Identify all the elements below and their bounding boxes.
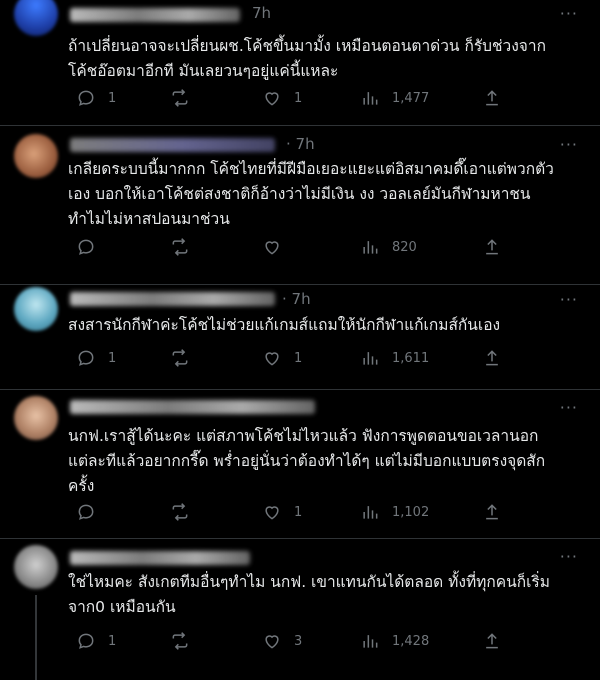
like-count: 1 [294, 90, 303, 106]
reply-count: 1 [108, 90, 117, 106]
share-icon [486, 239, 498, 255]
retweet-button[interactable] [170, 237, 202, 257]
avatar[interactable] [14, 0, 58, 36]
views-button[interactable]: 1,611 [360, 348, 429, 368]
reply-button[interactable] [76, 237, 108, 257]
author-name-blurred[interactable] [70, 8, 240, 22]
share-icon [486, 504, 498, 520]
views-icon [363, 241, 378, 254]
share-button[interactable] [482, 631, 502, 651]
replies-feed: 7h ··· ถ้าเปลี่ยนอาจจะเปลี่ยนผช.โค้ชขึ้น… [0, 0, 600, 680]
share-button[interactable] [482, 348, 502, 368]
reply-actions: 1 1 1,611 [68, 348, 588, 372]
more-options-icon[interactable]: ··· [560, 290, 578, 309]
more-options-icon[interactable]: ··· [560, 398, 578, 417]
view-count: 1,102 [392, 504, 430, 520]
timestamp[interactable]: · 7h [286, 135, 315, 153]
reply-icon [78, 504, 94, 520]
timestamp[interactable]: · 7h [282, 290, 311, 308]
heart-icon [265, 635, 279, 649]
reply-button[interactable]: 1 [76, 88, 116, 108]
reply-icon [78, 350, 94, 366]
views-button[interactable]: 820 [360, 237, 417, 257]
heart-icon [265, 506, 279, 520]
views-button[interactable]: 1,428 [360, 631, 429, 651]
views-button[interactable]: 1,477 [360, 88, 429, 108]
retweet-icon [172, 238, 188, 256]
share-button[interactable] [482, 502, 502, 522]
thread-line [35, 595, 37, 680]
retweet-icon [172, 349, 188, 367]
like-count: 1 [294, 504, 303, 520]
reply-item[interactable]: ··· ใช่ไหมคะ สังเกตทีมอื่นๆทำไม นกฟ. เขา… [0, 539, 600, 680]
retweet-icon [172, 503, 188, 521]
more-options-icon[interactable]: ··· [560, 4, 578, 23]
reply-icon [78, 90, 94, 106]
reply-item[interactable]: 7h ··· ถ้าเปลี่ยนอาจจะเปลี่ยนผช.โค้ชขึ้น… [0, 0, 600, 125]
like-count: 1 [294, 350, 303, 366]
author-name-blurred[interactable] [70, 292, 275, 306]
author-name-blurred[interactable] [70, 138, 275, 152]
avatar[interactable] [14, 134, 58, 178]
reply-text: ใช่ไหมคะ สังเกตทีมอื่นๆทำไม นกฟ. เขาแทนก… [68, 573, 550, 616]
reply-button[interactable]: 1 [76, 348, 116, 368]
reply-icon [78, 633, 94, 649]
timestamp[interactable]: 7h [252, 4, 271, 22]
heart-icon [265, 241, 279, 255]
reply-count: 1 [108, 350, 117, 366]
reply-actions: 1 1 1,477 [68, 88, 588, 112]
like-button[interactable] [262, 237, 294, 257]
reply-button[interactable]: 1 [76, 631, 116, 651]
heart-icon [265, 92, 279, 106]
heart-icon [265, 352, 279, 366]
retweet-button[interactable] [170, 502, 202, 522]
more-options-icon[interactable]: ··· [560, 135, 578, 154]
reply-button[interactable] [76, 502, 108, 522]
share-icon [486, 350, 498, 366]
reply-actions: 1 1,102 [68, 502, 588, 526]
views-icon [363, 92, 378, 105]
share-icon [486, 90, 498, 106]
reply-text: ถ้าเปลี่ยนอาจจะเปลี่ยนผช.โค้ชขึ้นมามั้ง … [68, 37, 546, 80]
like-button[interactable]: 1 [262, 348, 302, 368]
reply-item[interactable]: · 7h ··· สงสารนักกีฬาค่ะโค้ชไม่ช่วยแก้เก… [0, 285, 600, 389]
retweet-icon [172, 89, 188, 107]
avatar[interactable] [14, 545, 58, 589]
avatar[interactable] [14, 287, 58, 331]
share-icon [486, 633, 498, 649]
author-name-blurred[interactable] [70, 551, 250, 565]
reply-count: 1 [108, 633, 117, 649]
retweet-button[interactable] [170, 631, 202, 651]
view-count: 1,428 [392, 633, 430, 649]
reply-icon [78, 239, 94, 255]
reply-actions: 1 3 1,428 [68, 631, 588, 655]
retweet-button[interactable] [170, 88, 202, 108]
more-options-icon[interactable]: ··· [560, 547, 578, 566]
reply-text: นกฟ.เราสู้ได้นะคะ แต่สภาพโค้ชไม่ไหวแล้ว … [68, 427, 546, 495]
view-count: 1,477 [392, 90, 430, 106]
views-icon [363, 635, 378, 648]
like-button[interactable]: 3 [262, 631, 302, 651]
views-icon [363, 506, 378, 519]
reply-text: สงสารนักกีฬาค่ะโค้ชไม่ช่วยแก้เกมส์แถมให้… [68, 316, 501, 334]
share-button[interactable] [482, 237, 502, 257]
like-button[interactable]: 1 [262, 88, 302, 108]
share-button[interactable] [482, 88, 502, 108]
retweet-button[interactable] [170, 348, 202, 368]
view-count: 1,611 [392, 350, 430, 366]
reply-item[interactable]: · 7h ··· เกลียดระบบนี้มากกก โค้ชไทยที่มี… [0, 126, 600, 284]
reply-actions: 820 [68, 237, 588, 261]
avatar[interactable] [14, 396, 58, 440]
reply-text: เกลียดระบบนี้มากกก โค้ชไทยที่มีฝีมือเยอะ… [68, 160, 554, 228]
like-count: 3 [294, 633, 303, 649]
views-button[interactable]: 1,102 [360, 502, 429, 522]
like-button[interactable]: 1 [262, 502, 302, 522]
views-icon [363, 352, 378, 365]
view-count: 820 [392, 239, 417, 255]
reply-item[interactable]: ··· นกฟ.เราสู้ได้นะคะ แต่สภาพโค้ชไม่ไหวแ… [0, 390, 600, 538]
retweet-icon [172, 632, 188, 650]
author-name-blurred[interactable] [70, 400, 315, 414]
